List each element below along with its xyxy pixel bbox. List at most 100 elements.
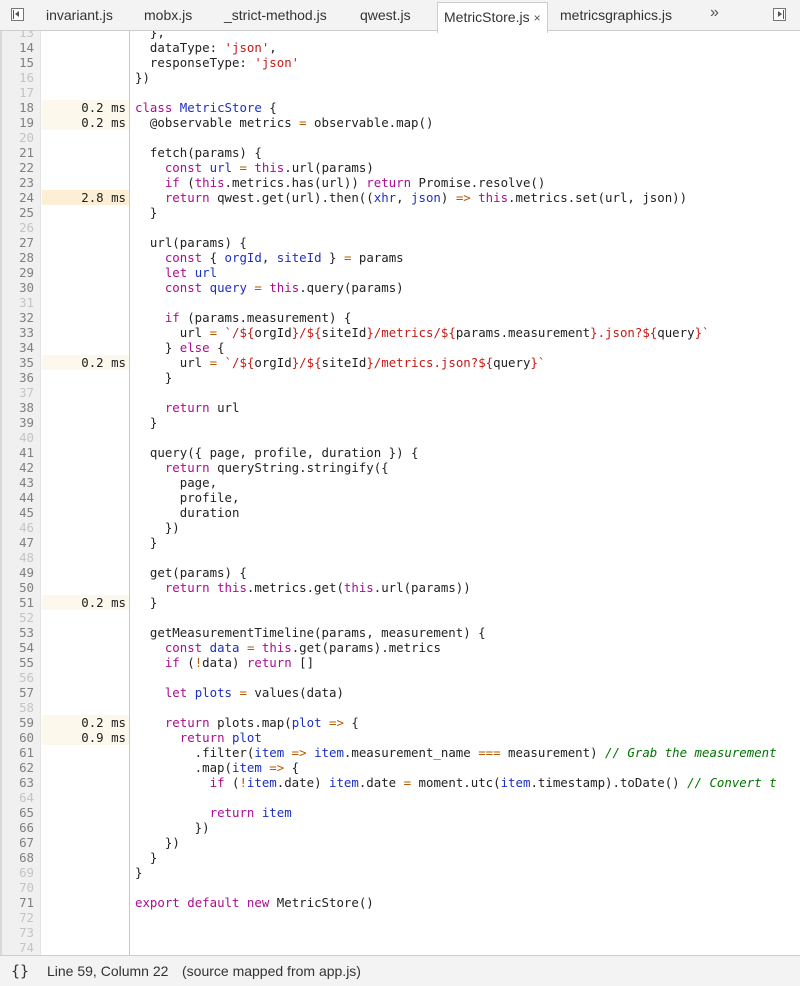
line-number[interactable]: 17 [0, 85, 41, 100]
line-number[interactable]: 34 [0, 340, 41, 355]
line-number[interactable]: 45 [0, 505, 41, 520]
line-number[interactable]: 70 [0, 880, 41, 895]
line-number[interactable]: 35 [0, 355, 41, 370]
code-line[interactable]: 44 profile, [0, 490, 800, 505]
code-line[interactable]: 67 }) [0, 835, 800, 850]
line-number[interactable]: 62 [0, 760, 41, 775]
code-line[interactable]: 21 fetch(params) { [0, 145, 800, 160]
line-number[interactable]: 63 [0, 775, 41, 790]
line-number[interactable]: 64 [0, 790, 41, 805]
code-line[interactable]: 41 query({ page, profile, duration }) { [0, 445, 800, 460]
line-number[interactable]: 13 [0, 31, 41, 40]
code-line[interactable]: 56 [0, 670, 800, 685]
code-line[interactable]: 36 } [0, 370, 800, 385]
toggle-debugger-icon[interactable] [773, 8, 786, 21]
code-line[interactable]: 46 }) [0, 520, 800, 535]
code-line[interactable]: 57 let plots = values(data) [0, 685, 800, 700]
line-number[interactable]: 27 [0, 235, 41, 250]
code-line[interactable]: 51 0.2 ms } [0, 595, 800, 610]
line-number[interactable]: 49 [0, 565, 41, 580]
line-number[interactable]: 44 [0, 490, 41, 505]
line-number[interactable]: 24 [0, 190, 41, 205]
line-number[interactable]: 30 [0, 280, 41, 295]
code-line[interactable]: 27 url(params) { [0, 235, 800, 250]
code-line[interactable]: 59 0.2 ms return plots.map(plot => { [0, 715, 800, 730]
line-number[interactable]: 73 [0, 925, 41, 940]
line-number[interactable]: 26 [0, 220, 41, 235]
code-line[interactable]: 28 const { orgId, siteId } = params [0, 250, 800, 265]
line-number[interactable]: 42 [0, 460, 41, 475]
line-number[interactable]: 72 [0, 910, 41, 925]
pretty-print-icon[interactable]: {} [11, 956, 29, 986]
code-line[interactable]: 40 [0, 430, 800, 445]
code-line[interactable]: 42 return queryString.stringify({ [0, 460, 800, 475]
toggle-navigator-icon[interactable] [11, 8, 24, 21]
code-line[interactable]: 33 url = `/${orgId}/${siteId}/metrics/${… [0, 325, 800, 340]
line-number[interactable]: 65 [0, 805, 41, 820]
code-line[interactable]: 38 return url [0, 400, 800, 415]
close-icon[interactable]: × [534, 11, 541, 25]
code-line[interactable]: 29 let url [0, 265, 800, 280]
code-line[interactable]: 58 [0, 700, 800, 715]
line-number[interactable]: 22 [0, 160, 41, 175]
code-line[interactable]: 49 get(params) { [0, 565, 800, 580]
line-number[interactable]: 69 [0, 865, 41, 880]
code-line[interactable]: 54 const data = this.get(params).metrics [0, 640, 800, 655]
code-line[interactable]: 18 0.2 ms class MetricStore { [0, 100, 800, 115]
code-line[interactable]: 60 0.9 ms return plot [0, 730, 800, 745]
line-number[interactable]: 28 [0, 250, 41, 265]
line-number[interactable]: 68 [0, 850, 41, 865]
line-number[interactable]: 40 [0, 430, 41, 445]
line-number[interactable]: 33 [0, 325, 41, 340]
line-number[interactable]: 41 [0, 445, 41, 460]
line-number[interactable]: 66 [0, 820, 41, 835]
line-number[interactable]: 60 [0, 730, 41, 745]
line-number[interactable]: 56 [0, 670, 41, 685]
code-line[interactable]: 47 } [0, 535, 800, 550]
line-number[interactable]: 54 [0, 640, 41, 655]
line-number[interactable]: 43 [0, 475, 41, 490]
line-number[interactable]: 50 [0, 580, 41, 595]
code-line[interactable]: 68 } [0, 850, 800, 865]
code-line[interactable]: 31 [0, 295, 800, 310]
tab-metricstore-js[interactable]: MetricStore.js × [437, 2, 548, 33]
tab-qwest-js[interactable]: qwest.js [360, 0, 411, 31]
line-number[interactable]: 48 [0, 550, 41, 565]
code-line[interactable]: 55 if (!data) return [] [0, 655, 800, 670]
code-line[interactable]: 52 [0, 610, 800, 625]
code-line[interactable]: 53 getMeasurementTimeline(params, measur… [0, 625, 800, 640]
line-number[interactable]: 58 [0, 700, 41, 715]
code-line[interactable]: 25 } [0, 205, 800, 220]
code-line[interactable]: 14 dataType: 'json', [0, 40, 800, 55]
code-line[interactable]: 69} [0, 865, 800, 880]
code-line[interactable]: 64 [0, 790, 800, 805]
code-line[interactable]: 23 if (this.metrics.has(url)) return Pro… [0, 175, 800, 190]
line-number[interactable]: 15 [0, 55, 41, 70]
code-line[interactable]: 50 return this.metrics.get(this.url(para… [0, 580, 800, 595]
line-number[interactable]: 29 [0, 265, 41, 280]
code-line[interactable]: 65 return item [0, 805, 800, 820]
line-number[interactable]: 71 [0, 895, 41, 910]
code-line[interactable]: 26 [0, 220, 800, 235]
code-line[interactable]: 34 } else { [0, 340, 800, 355]
line-number[interactable]: 57 [0, 685, 41, 700]
line-number[interactable]: 16 [0, 70, 41, 85]
line-number[interactable]: 39 [0, 415, 41, 430]
code-line[interactable]: 15 responseType: 'json' [0, 55, 800, 70]
code-line[interactable]: 62 .map(item => { [0, 760, 800, 775]
line-number[interactable]: 74 [0, 940, 41, 955]
code-line[interactable]: 39 } [0, 415, 800, 430]
code-line[interactable]: 30 const query = this.query(params) [0, 280, 800, 295]
line-number[interactable]: 47 [0, 535, 41, 550]
code-line[interactable]: 35 0.2 ms url = `/${orgId}/${siteId}/metr… [0, 355, 800, 370]
tab-mobx-js[interactable]: mobx.js [144, 0, 192, 31]
code-line[interactable]: 43 page, [0, 475, 800, 490]
line-number[interactable]: 20 [0, 130, 41, 145]
line-number[interactable]: 53 [0, 625, 41, 640]
line-number[interactable]: 37 [0, 385, 41, 400]
more-tabs-icon[interactable]: » [710, 4, 719, 22]
code-line[interactable]: 74 [0, 940, 800, 955]
code-line[interactable]: 37 [0, 385, 800, 400]
line-number[interactable]: 67 [0, 835, 41, 850]
code-line[interactable]: 32 if (params.measurement) { [0, 310, 800, 325]
